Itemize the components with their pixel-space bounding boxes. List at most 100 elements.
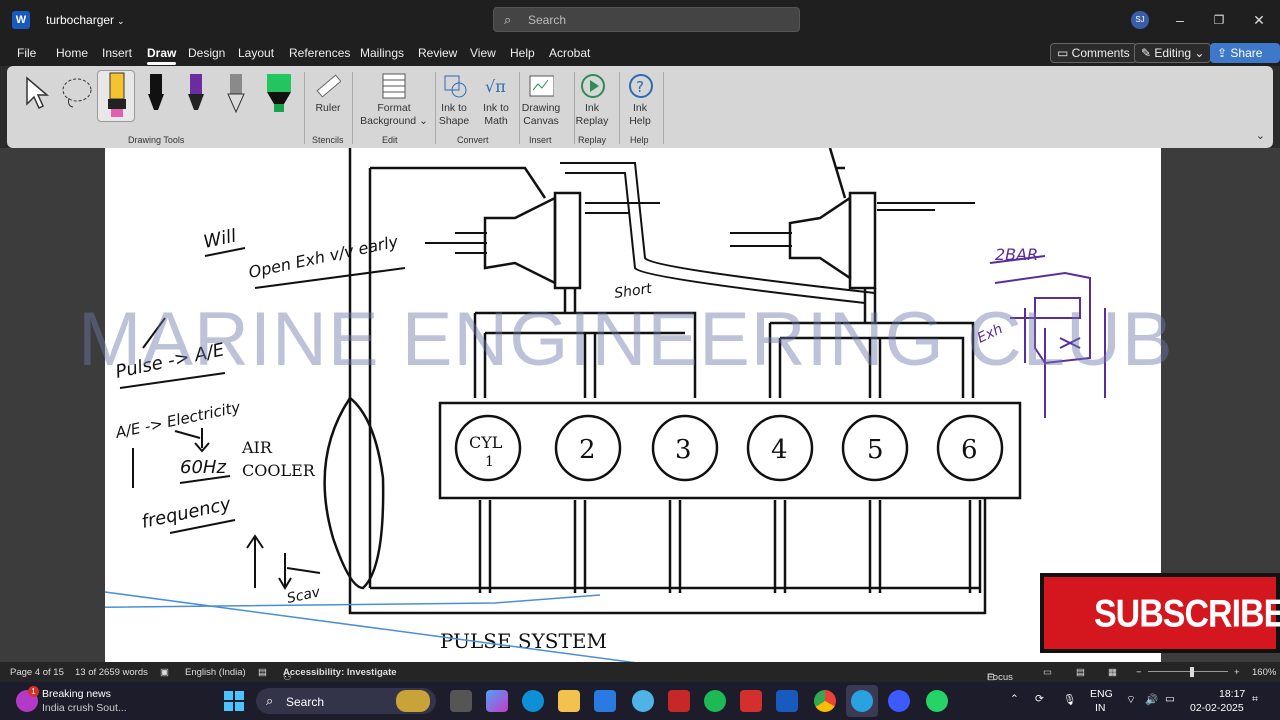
pencil-gray-icon[interactable]	[224, 74, 248, 116]
avatar[interactable]: SJ	[1131, 11, 1149, 29]
drawing-canvas-icon	[529, 75, 554, 97]
search-icon: ⌕	[266, 693, 274, 708]
tab-references[interactable]: References	[289, 46, 350, 60]
drawing-canvas-button[interactable]: Drawing Canvas	[520, 72, 562, 128]
document-page[interactable]: CYL 1 2 3 4 5 6 AIR COOLER PULSE SYSTEM …	[105, 148, 1161, 662]
language-indicator-2[interactable]: IN	[1095, 702, 1106, 714]
document-title-text: turbocharger	[46, 13, 115, 27]
volume-icon[interactable]: 🔊	[1145, 693, 1158, 706]
highlighter-green-icon[interactable]	[264, 74, 294, 116]
show-hidden-icons[interactable]: ⌃	[1010, 693, 1019, 705]
tab-home[interactable]: Home	[56, 46, 88, 60]
ribbon-separator	[663, 72, 664, 144]
ink-replay-icon	[581, 74, 605, 98]
pen-black-icon[interactable]	[144, 74, 168, 116]
drawing-tools-label: Drawing Tools	[128, 135, 185, 145]
zoom-level[interactable]: 160%	[1252, 667, 1276, 678]
tab-review[interactable]: Review	[418, 46, 457, 60]
tab-design[interactable]: Design	[188, 46, 225, 60]
zoom-in-icon[interactable]: +	[1234, 667, 1240, 678]
clock-time[interactable]: 18:17	[1219, 688, 1245, 700]
mcafee-icon[interactable]	[668, 690, 690, 712]
tab-view[interactable]: View	[470, 46, 496, 60]
meet-icon[interactable]	[888, 690, 910, 712]
share-button[interactable]: ⇪ Share ⌄	[1210, 43, 1280, 74]
comments-button[interactable]: ▭ Comments	[1050, 43, 1137, 63]
ink-replay-button[interactable]: Ink Replay	[574, 72, 610, 128]
tab-insert[interactable]: Insert	[102, 46, 132, 60]
format-background-button[interactable]: Format Background ⌄	[359, 72, 429, 128]
language-status[interactable]: English (India)	[185, 667, 246, 678]
restore-button[interactable]: ❐	[1209, 10, 1229, 30]
search-input[interactable]: ⌕ Search	[493, 7, 800, 32]
tab-acrobat[interactable]: Acrobat	[549, 46, 590, 60]
close-button[interactable]: ✕	[1249, 10, 1269, 30]
insert-label: Insert	[529, 135, 552, 145]
editing-button[interactable]: ✎ Editing ⌄	[1134, 43, 1212, 63]
edit-label: Edit	[382, 135, 398, 145]
store-icon[interactable]	[594, 690, 616, 712]
proofing-icon[interactable]: ▣	[160, 667, 169, 678]
ruler-button[interactable]: Ruler	[310, 72, 346, 115]
ink-to-shape-button[interactable]: Ink to Shape	[438, 72, 470, 128]
news-title[interactable]: Breaking news	[42, 688, 111, 700]
minimize-button[interactable]: –	[1170, 10, 1190, 30]
print-layout-icon[interactable]: ▤	[1076, 667, 1085, 678]
taskbar: 1 Breaking news India crush Sout... ⌕ Se…	[0, 682, 1280, 720]
copilot-icon[interactable]	[486, 690, 508, 712]
clock-date[interactable]: 02-02-2025	[1190, 702, 1244, 714]
language-indicator-1[interactable]: ENG	[1090, 688, 1113, 700]
word-taskbar-icon[interactable]	[776, 690, 798, 712]
chrome-alt-icon[interactable]	[632, 690, 654, 712]
task-view-icon[interactable]	[450, 690, 472, 712]
collapse-ribbon-icon[interactable]: ⌄	[1256, 129, 1265, 142]
microphone-icon[interactable]: 🎙	[1063, 693, 1076, 706]
battery-icon[interactable]: ▭	[1165, 693, 1175, 705]
chrome-icon[interactable]	[814, 690, 836, 712]
taskbar-search[interactable]: ⌕ Search	[256, 688, 436, 714]
pen-purple-icon[interactable]	[184, 74, 208, 116]
acrobat-icon[interactable]	[740, 690, 762, 712]
zoom-out-icon[interactable]: −	[1136, 667, 1142, 678]
spotify-icon[interactable]	[704, 690, 726, 712]
accessibility-status[interactable]: ⚇ Accessibility: Investigate	[283, 667, 397, 683]
lasso-select-icon[interactable]	[59, 76, 95, 110]
read-mode-icon[interactable]: ▭	[1043, 667, 1052, 678]
news-subtitle[interactable]: India crush Sout...	[42, 702, 127, 714]
tab-layout[interactable]: Layout	[238, 46, 274, 60]
tab-help[interactable]: Help	[510, 46, 535, 60]
windows-start-icon[interactable]	[224, 691, 244, 711]
word-app-icon[interactable]: W	[12, 11, 30, 29]
ink-to-math-button[interactable]: √π Ink to Math	[480, 72, 512, 128]
whatsapp-icon[interactable]	[926, 690, 948, 712]
notifications-icon[interactable]: ⌗	[1252, 693, 1258, 706]
highlighter-selected[interactable]	[97, 70, 135, 122]
file-explorer-icon[interactable]	[558, 690, 580, 712]
pulse-system-label: PULSE SYSTEM	[440, 629, 607, 653]
web-layout-icon[interactable]: ▦	[1108, 667, 1117, 678]
tab-mailings[interactable]: Mailings	[360, 46, 404, 60]
title-bar: W turbocharger ⌄ ⌕ Search SJ – ❐ ✕	[0, 0, 1280, 40]
zoom-slider-thumb[interactable]	[1190, 667, 1194, 677]
document-title[interactable]: turbocharger ⌄	[46, 13, 125, 27]
ribbon-separator	[435, 72, 436, 144]
hw-60hz: 60Hz	[180, 457, 226, 478]
word-count[interactable]: 13 of 2659 words	[75, 667, 148, 678]
telegram-icon[interactable]	[851, 690, 873, 712]
chevron-down-icon: ⌄	[1191, 46, 1205, 60]
zoom-slider[interactable]	[1148, 671, 1228, 672]
sync-icon[interactable]: ⟳	[1035, 693, 1044, 705]
predictions-icon[interactable]: ▤	[258, 667, 267, 678]
share-icon: ⇪	[1217, 46, 1231, 60]
menu-bar: File Home Insert Draw Design Layout Refe…	[0, 40, 1280, 74]
pulse-system-diagram: CYL 1 2 3 4 5 6 AIR COOLER PULSE SYSTEM …	[105, 148, 1106, 662]
edge-icon[interactable]	[522, 690, 544, 712]
tab-file[interactable]: File	[17, 46, 36, 60]
ink-help-button[interactable]: ? Ink Help	[622, 72, 658, 128]
page-count[interactable]: Page 4 of 15	[10, 667, 64, 678]
select-arrow-icon[interactable]	[23, 76, 51, 110]
wifi-icon[interactable]: ⌔	[1126, 693, 1136, 707]
subscribe-badge[interactable]: SUBSCRIBE	[1040, 573, 1280, 653]
tab-draw[interactable]: Draw	[147, 46, 177, 65]
convert-label: Convert	[457, 135, 489, 145]
